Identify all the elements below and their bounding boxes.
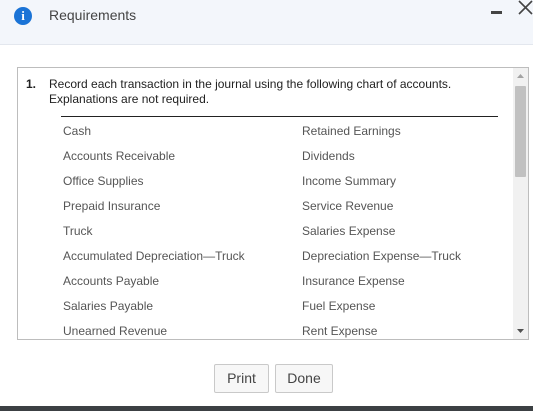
account-item: Retained Earnings [302, 124, 401, 138]
account-item: Office Supplies [63, 174, 144, 188]
account-item: Dividends [302, 149, 355, 163]
done-button[interactable]: Done [275, 364, 333, 393]
account-item: Prepaid Insurance [63, 199, 161, 213]
print-button[interactable]: Print [214, 364, 269, 393]
account-item: Insurance Expense [302, 274, 405, 288]
minimize-icon[interactable] [491, 11, 502, 14]
scrollbar-thumb[interactable] [515, 86, 526, 177]
account-item: Accumulated Depreciation—Truck [63, 249, 245, 263]
close-icon[interactable] [517, 0, 533, 16]
account-item: Unearned Revenue [63, 324, 168, 338]
account-item: Cash [63, 124, 92, 138]
requirement-item: 1. Record each transaction in the journa… [26, 77, 496, 107]
account-item: Rent Expense [302, 324, 378, 338]
dialog-title: Requirements [49, 7, 137, 23]
account-item: Accounts Receivable [63, 149, 176, 163]
account-item: Depreciation Expense—Truck [302, 249, 461, 263]
account-item: Service Revenue [302, 199, 394, 213]
account-item: Truck [63, 224, 93, 238]
scroll-up-arrow-icon[interactable] [513, 68, 528, 84]
accounts-column-left: Cash Accounts Receivable Office Supplies… [63, 123, 245, 339]
account-item: Salaries Payable [63, 299, 154, 313]
info-icon: i [14, 7, 32, 25]
requirements-panel[interactable]: 1. Record each transaction in the journa… [17, 67, 529, 340]
account-item: Fuel Expense [302, 299, 376, 313]
account-item: Accounts Payable [63, 274, 160, 288]
account-item: Salaries Expense [302, 224, 396, 238]
requirement-text: Record each transaction in the journal u… [49, 77, 452, 106]
account-item: Income Summary [302, 174, 397, 188]
requirement-number: 1. [26, 77, 37, 91]
vertical-scrollbar[interactable] [513, 68, 528, 339]
divider [61, 116, 498, 117]
scroll-down-arrow-icon[interactable] [513, 323, 528, 339]
dialog-titlebar: i Requirements [0, 0, 533, 45]
accounts-column-right: Retained Earnings Dividends Income Summa… [302, 123, 461, 339]
bottom-border [0, 406, 533, 411]
